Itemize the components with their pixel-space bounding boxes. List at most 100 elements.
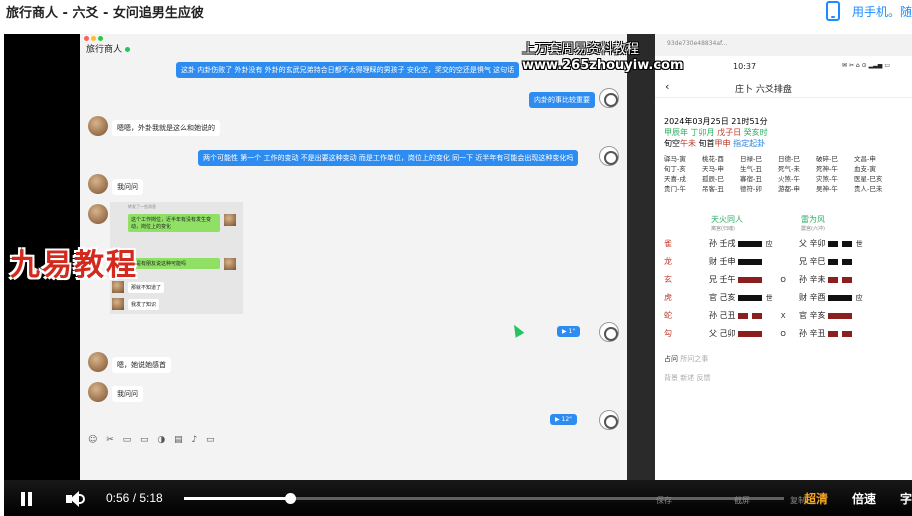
page-header: 旅行商人 - 六爻 - 女问追男生应彼 用手机。随 <box>0 0 912 34</box>
message-bubble-left: 我问问 <box>112 386 143 402</box>
shensha-cell: 生气-丑 <box>740 165 762 173</box>
shensha-cell: 寡宿-丑 <box>740 175 762 183</box>
shi-ying-mark: 世 <box>765 294 773 302</box>
close-dot-icon[interactable] <box>84 36 89 41</box>
changed-yao: 孙 辛未 <box>799 274 866 285</box>
app-nav-bar: ‹ 庄卜 六爻排盘 <box>655 70 912 98</box>
card-message: 这个工作岗位，近半年有没有发生变动，岗位上的变化 <box>128 214 220 232</box>
speed-button[interactable]: 倍速 <box>852 490 876 507</box>
video-player[interactable]: 旅行商人 这卦 内卦伤败了 外卦没有 外卦的玄武兄弟持合日都不太得理睬的男孩子 … <box>4 34 912 516</box>
shensha-cell: 贵门-午 <box>664 185 686 193</box>
maximize-dot-icon[interactable] <box>98 36 103 41</box>
yao-bar <box>738 276 763 283</box>
voice-message[interactable]: ▶ 1" <box>557 326 581 337</box>
main-yao-label: 兄 壬午 <box>709 275 736 284</box>
my-avatar <box>599 88 619 108</box>
app-title: 庄卜 六爻排盘 <box>735 85 792 95</box>
year-ganzhi: 甲辰年 <box>664 128 688 137</box>
contact-avatar[interactable] <box>88 204 108 224</box>
xunkong-value: 午未 <box>680 139 696 148</box>
shensha-cell: 医星-巳亥 <box>854 175 883 183</box>
contact-avatar[interactable] <box>88 116 108 136</box>
open-on-phone-link[interactable]: 用手机。随 <box>825 1 912 21</box>
contact-avatar[interactable] <box>88 352 108 372</box>
phone-status-bar: 10:37 ✉ ✂ ⌂ ⊙ ▂▃▅ ▭ <box>655 56 912 71</box>
background-value: 新述 反馈 <box>680 374 711 382</box>
progress-bar[interactable] <box>184 493 784 504</box>
browser-address-bar[interactable]: 93de730e48834af... <box>655 34 912 56</box>
shensha-row: 旬丁-亥 天马-申 生气-丑 死气-未 死神-午 血支-寅 <box>664 164 892 174</box>
day-ganzhi: 戊子日 <box>717 128 742 137</box>
question-label: 占问 <box>664 355 678 363</box>
chat-toolbar[interactable]: ☺ ✂ ▭ ▭ ◑ ▤ ♪ ▭ <box>88 435 218 445</box>
message-bubble-right: 这卦 内卦伤败了 外卦没有 外卦的玄武兄弟持合日都不太得理睬的男孩子 安化空，奖… <box>176 62 520 78</box>
main-yao: 孙 壬戌 应 <box>709 238 790 249</box>
six-god: 虎 <box>664 293 672 302</box>
message-bubble-right: 两个可能性 第一个 工作的变动 不是出要这种变动 而是工作单位，岗位上的变化 同… <box>198 150 579 166</box>
panel-divider <box>627 34 655 480</box>
volume-icon[interactable] <box>66 490 88 508</box>
contact-avatar[interactable] <box>88 382 108 402</box>
yao-bar <box>738 240 763 247</box>
back-icon[interactable]: ‹ <box>665 80 669 93</box>
card-header: 转发了一些消息 <box>128 204 156 209</box>
changed-yao: 父 辛卯 世 <box>799 238 866 249</box>
message-bubble-left: 嗯嗯，外卦我就是这么和她说的 <box>112 120 220 136</box>
phone-link-label: 用手机。随 <box>851 4 912 19</box>
player-controls: 0:56 / 5:18 保存 截屏 复制 超清 倍速 字 <box>4 480 912 516</box>
question-row: 占问 所问之事 <box>664 354 708 364</box>
shensha-row: 天喜-戌 孤辰-巳 寡宿-丑 火煞-午 灾煞-午 医星-巳亥 <box>664 174 892 184</box>
question-value: 所问之事 <box>680 355 709 363</box>
changed-yao: 财 辛酉 应 <box>799 292 866 303</box>
xunkong-row: 旬空午未 旬首甲申 指定起卦 <box>664 138 768 149</box>
main-yao: 兄 壬午 O <box>709 274 790 285</box>
contact-avatar[interactable] <box>88 174 108 194</box>
pause-button[interactable] <box>20 492 34 506</box>
voice-duration: 1" <box>568 328 576 335</box>
progress-handle[interactable] <box>284 493 296 504</box>
six-god: 玄 <box>664 275 672 284</box>
change-mark: X <box>780 312 786 320</box>
yao-bar <box>738 258 763 265</box>
voice-duration: 12" <box>561 416 572 423</box>
subtitle-button[interactable]: 字 <box>900 490 912 507</box>
yao-bar <box>828 276 853 283</box>
card-avatar <box>224 214 236 226</box>
voice-message[interactable]: ▶ 12" <box>550 414 577 425</box>
shensha-row: 贵门-午 吊客-丑 德符-卯 游都-申 吴神-午 贵人-巳未 <box>664 184 892 194</box>
total-duration: 5:18 <box>139 491 163 505</box>
watermark-url: www.265zhouyiw.com <box>522 58 684 73</box>
yao-bar <box>828 294 853 301</box>
shensha-cell: 灾煞-午 <box>816 175 838 183</box>
shensha-cell: 破碎-巳 <box>816 155 838 163</box>
changed-gua-name: 雷为风 <box>801 215 825 224</box>
yao-bar <box>738 312 763 319</box>
main-yao: 官 己亥 世 <box>709 292 790 303</box>
main-yao-label: 孙 壬戌 <box>709 239 736 248</box>
minimize-dot-icon[interactable] <box>91 36 96 41</box>
changed-yao-label: 兄 辛巳 <box>799 257 826 266</box>
change-mark: O <box>780 276 786 284</box>
main-yao: 财 壬申 <box>709 256 790 267</box>
my-avatar <box>599 146 619 166</box>
card-avatar <box>224 258 236 270</box>
mouse-cursor-icon <box>509 322 525 338</box>
online-status-icon <box>125 47 131 52</box>
method-label: 指定起卦 <box>733 139 766 148</box>
card-avatar <box>112 298 124 310</box>
background-row: 背景 新述 反馈 <box>664 373 710 383</box>
current-time: 0:56 <box>106 491 130 505</box>
main-yao-label: 父 己卯 <box>709 329 736 338</box>
quality-button[interactable]: 超清 <box>804 490 828 507</box>
shensha-cell: 桃花-酉 <box>702 155 724 163</box>
shensha-cell: 游都-申 <box>778 185 800 193</box>
shensha-table: 驿马-寅 桃花-酉 日禄-巳 日德-巳 破碎-巳 文昌-申 旬丁-亥 天马-申 生气-丑 死气-… <box>664 154 892 194</box>
changed-yao-label: 父 辛卯 <box>799 239 826 248</box>
message-bubble-left: 嗯，她说她感首 <box>112 357 171 373</box>
shensha-cell: 贵人-巳未 <box>854 185 883 193</box>
my-avatar <box>599 322 619 342</box>
main-gua-palace: 离宫(归魂) <box>711 226 735 232</box>
shensha-cell: 天马-申 <box>702 165 724 173</box>
my-avatar <box>599 410 619 430</box>
card-message: 你是有朋友说这种可能吗 <box>128 258 220 269</box>
